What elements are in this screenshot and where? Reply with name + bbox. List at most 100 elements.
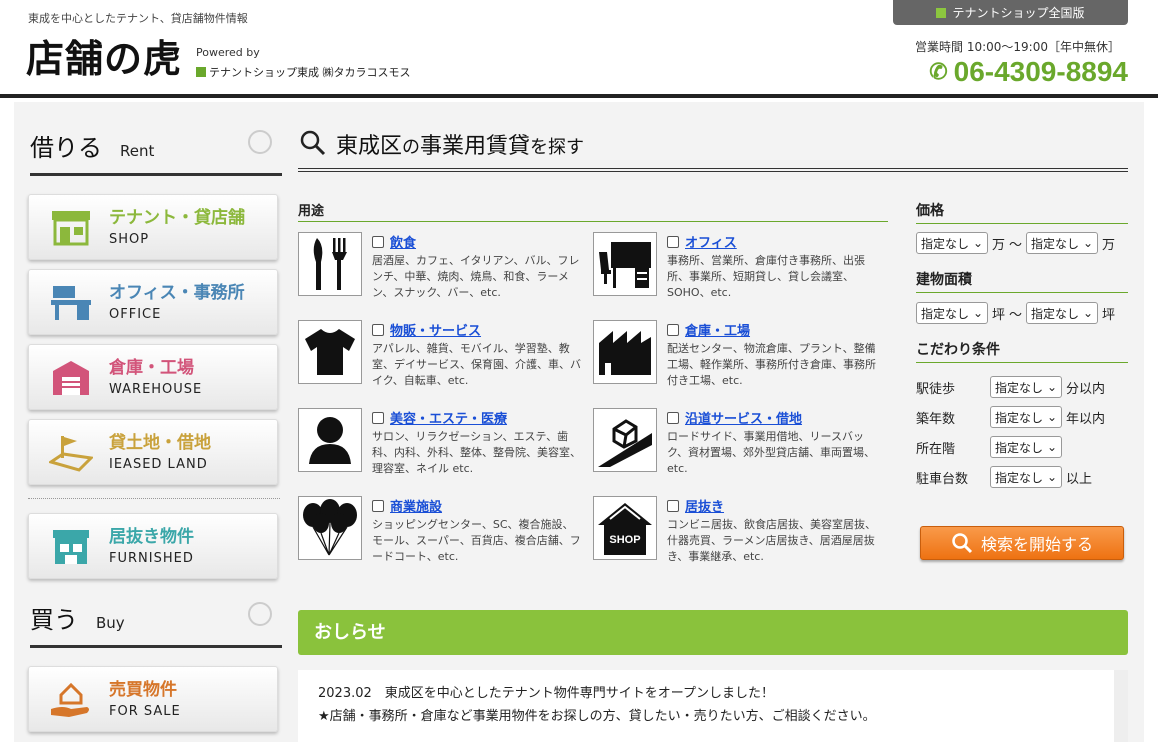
- shop-icon-text: SHOP: [609, 534, 640, 546]
- sidebar-item-shop[interactable]: テナント・貸店舗 SHOP: [28, 194, 278, 260]
- category-checkbox[interactable]: [372, 323, 384, 336]
- category-desc: ロードサイド、事業用借地、リースバック、資材置場、郊外型貸店舗、車両置場、etc…: [667, 430, 876, 475]
- sidebar-item-sublabel: SHOP: [109, 232, 150, 247]
- category-warehouse: 倉庫・工場 配送センター、物流倉庫、プラント、整備工場、軽作業所、事務所付き倉庫…: [593, 320, 878, 392]
- chevron-down-icon: ⌄: [1046, 470, 1057, 484]
- site-logo[interactable]: 店舗の虎: [26, 36, 182, 82]
- category-image[interactable]: [593, 320, 657, 384]
- category-link[interactable]: 美容・エステ・医療: [390, 408, 507, 427]
- select-value: 指定なし: [995, 440, 1044, 455]
- category-link[interactable]: 沿道サービス・借地: [685, 408, 802, 427]
- price-min-select[interactable]: 指定なし ⌄: [916, 232, 988, 254]
- national-site-button[interactable]: テナントショップ全国版: [893, 0, 1128, 25]
- search-icon: [300, 130, 326, 156]
- area-range-row: 指定なし ⌄ 坪 〜 指定なし ⌄ 坪: [916, 302, 1115, 324]
- news-scrollbar[interactable]: [1114, 670, 1128, 742]
- sidebar-item-land[interactable]: 貸土地・借地 IEASED LAND: [28, 419, 278, 485]
- page-content: 借りる Rent テナント・貸店舗 SHOP オフィス・事務所 OFFICE 倉…: [14, 102, 1144, 742]
- category-link[interactable]: 居抜き: [685, 496, 724, 515]
- chevron-down-icon: ⌄: [1046, 380, 1057, 394]
- sidebar-item-warehouse[interactable]: 倉庫・工場 WAREHOUSE: [28, 344, 278, 410]
- category-link[interactable]: 物販・サービス: [390, 320, 481, 339]
- sidebar-item-sublabel: FURNISHED: [109, 551, 194, 566]
- category-food: 飲食 居酒屋、カフェ、イタリアン、バル、フレンチ、中華、焼肉、焼鳥、和食、ラーメ…: [298, 232, 583, 304]
- category-desc: 居酒屋、カフェ、イタリアン、バル、フレンチ、中華、焼肉、焼鳥、和食、ラーメン、ス…: [372, 254, 580, 299]
- floor-select[interactable]: 指定なし ⌄: [990, 436, 1062, 458]
- person-icon: [309, 417, 351, 464]
- parking-label: 駐車台数: [916, 471, 969, 487]
- walk-select[interactable]: 指定なし ⌄: [990, 376, 1062, 398]
- category-image[interactable]: [593, 232, 657, 296]
- select-value: 指定なし: [995, 380, 1044, 395]
- category-checkbox[interactable]: [667, 499, 679, 512]
- storefront-icon: [52, 211, 90, 246]
- sidebar-item-office[interactable]: オフィス・事務所 OFFICE: [28, 269, 278, 335]
- range-separator: 〜: [1009, 307, 1023, 323]
- category-checkbox[interactable]: [372, 235, 384, 248]
- search-heading: 東成区の事業用賃貸を探す: [298, 124, 1128, 172]
- select-value: 指定なし: [995, 410, 1044, 425]
- chevron-down-icon: ⌄: [1082, 306, 1094, 320]
- search-title: 東成区の事業用賃貸を探す: [336, 128, 584, 160]
- powered-by-label: Powered by: [196, 46, 260, 59]
- phone-number[interactable]: ✆ 06-4309-8894: [929, 56, 1128, 88]
- sidebar-item-sublabel: IEASED LAND: [109, 457, 208, 472]
- tshirt-icon: [305, 329, 355, 375]
- category-image[interactable]: SHOP: [593, 496, 657, 560]
- select-value: 指定なし: [1031, 306, 1080, 321]
- company-label: テナントショップ東成 ㈱タカラコスモス: [209, 66, 411, 79]
- cube-icon: [196, 67, 206, 77]
- category-image[interactable]: [298, 408, 362, 472]
- buy-heading-jp: 買う: [30, 606, 78, 634]
- rent-heading-en: Rent: [120, 142, 155, 160]
- sidebar-item-label: 居抜き物件: [109, 527, 194, 547]
- price-max-select[interactable]: 指定なし ⌄: [1026, 232, 1099, 254]
- category-checkbox[interactable]: [667, 235, 679, 248]
- sidebar-item-furnished[interactable]: 居抜き物件 FURNISHED: [28, 513, 278, 579]
- category-desc: 配送センター、物流倉庫、プラント、整備工場、軽作業所、事務所付き倉庫、事務所付き…: [667, 342, 876, 387]
- floor-row: 所在階 指定なし ⌄: [916, 436, 1062, 458]
- sidebar-item-sublabel: OFFICE: [109, 307, 162, 322]
- news-item: 2023.02 東成区を中心としたテナント物件専門サイトをオープンしました！: [318, 686, 774, 701]
- category-link[interactable]: 倉庫・工場: [685, 320, 750, 339]
- price-range-row: 指定なし ⌄ 万 〜 指定なし ⌄ 万: [916, 232, 1115, 254]
- company-name: テナントショップ東成 ㈱タカラコスモス: [196, 64, 411, 80]
- category-checkbox[interactable]: [372, 499, 384, 512]
- search-title-suffix: を探す: [530, 137, 585, 158]
- news-item: ★店舗・事務所・倉庫など事業用物件をお探しの方、貸したい・売りたい方、ご相談くだ…: [318, 709, 876, 724]
- category-retail: 物販・サービス アパレル、雑貨、モバイル、学習塾、教室、デイサービス、保育園、介…: [298, 320, 583, 392]
- news-panel: 2023.02 東成区を中心としたテナント物件専門サイトをオープンしました！ ★…: [298, 670, 1128, 742]
- rent-heading: 借りる Rent: [30, 128, 282, 176]
- category-furnished: SHOP 居抜き コンビニ居抜、飲食店居抜、美容室居抜、什器売買、ラーメン店居抜…: [593, 496, 878, 568]
- category-desc: サロン、リラクゼーション、エステ、歯科、内科、外科、整体、整骨院、美容室、理容室…: [372, 430, 581, 475]
- area-min-select[interactable]: 指定なし ⌄: [916, 302, 988, 324]
- category-image[interactable]: [298, 320, 362, 384]
- category-link[interactable]: オフィス: [685, 232, 737, 251]
- category-checkbox[interactable]: [667, 323, 679, 336]
- category-image[interactable]: [298, 496, 362, 560]
- business-hours: 営業時間 10:00〜19:00［年中無休］: [915, 40, 1120, 54]
- area-max-select[interactable]: 指定なし ⌄: [1026, 302, 1099, 324]
- phone-icon: ✆: [929, 59, 948, 84]
- unit-label: 坪: [992, 307, 1006, 323]
- office-desk-icon: [51, 286, 91, 320]
- category-checkbox[interactable]: [667, 411, 679, 424]
- category-link[interactable]: 飲食: [390, 232, 416, 251]
- area-heading: 建物面積: [916, 269, 1128, 293]
- usage-heading: 用途: [298, 200, 888, 222]
- age-select[interactable]: 指定なし ⌄: [990, 406, 1062, 428]
- office-desk-icon: [599, 242, 651, 288]
- sidebar-item-sublabel: FOR SALE: [109, 704, 181, 719]
- furnished-shop-icon: [53, 530, 89, 564]
- category-link[interactable]: 商業施設: [390, 496, 442, 515]
- sidebar-item-sublabel: WAREHOUSE: [109, 382, 203, 397]
- select-value: 指定なし: [921, 236, 970, 251]
- category-checkbox[interactable]: [372, 411, 384, 424]
- category-image[interactable]: [593, 408, 657, 472]
- start-search-button[interactable]: 検索を開始する: [920, 526, 1124, 560]
- select-value: 指定なし: [921, 306, 970, 321]
- parking-select[interactable]: 指定なし ⌄: [990, 466, 1062, 488]
- category-image[interactable]: [298, 232, 362, 296]
- buy-heading-en: Buy: [96, 614, 125, 632]
- sidebar-item-for-sale[interactable]: 売買物件 FOR SALE: [28, 666, 278, 732]
